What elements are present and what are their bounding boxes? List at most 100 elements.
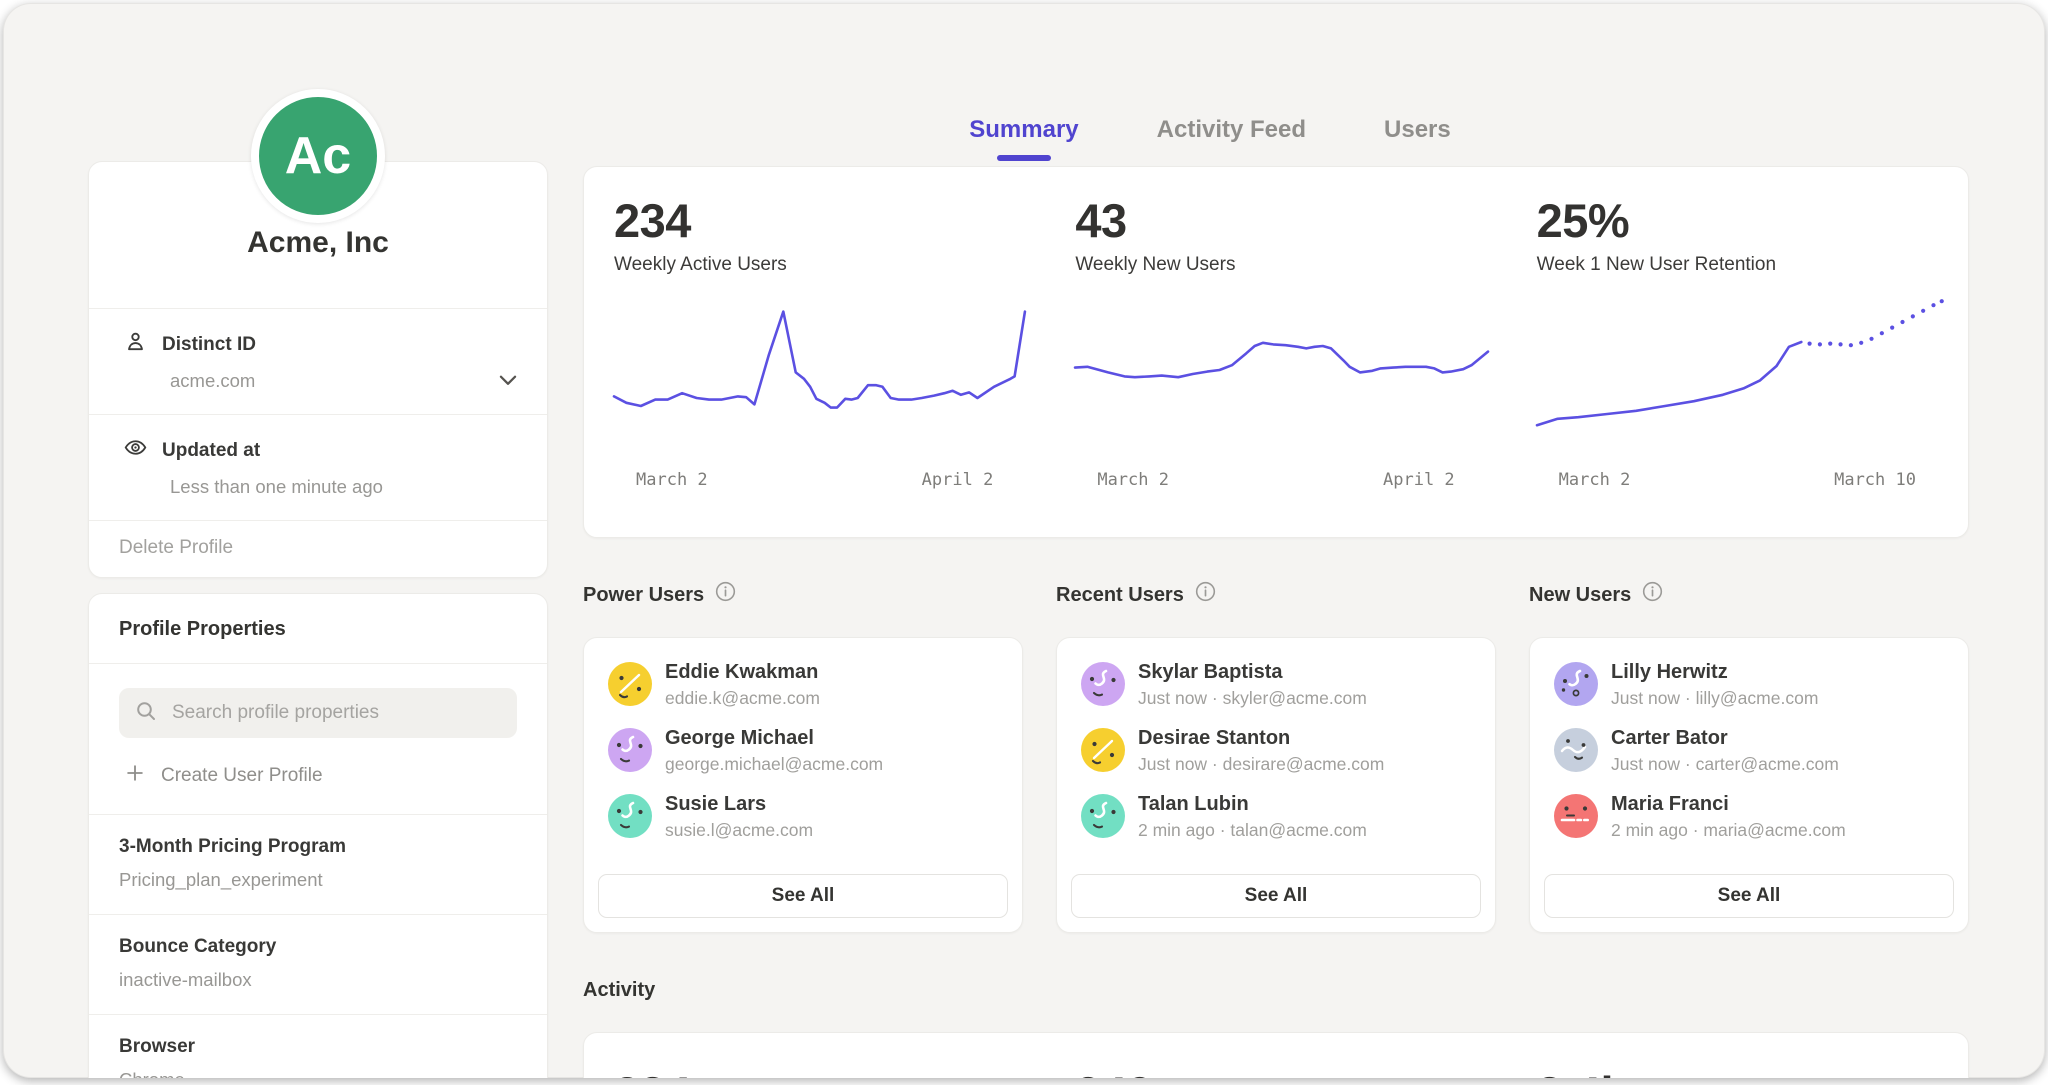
summary-card: 234 Weekly Active Users March 2 April 2 …	[583, 166, 1969, 538]
activity-card: 234 940 3.4k	[583, 1032, 1969, 1078]
see-all-button[interactable]: See All	[1071, 874, 1481, 918]
see-all-button[interactable]: See All	[598, 874, 1008, 918]
property-name: 3-Month Pricing Program	[119, 835, 517, 859]
eye-icon	[123, 435, 148, 466]
user-section: Recent Users Skylar B	[1056, 581, 1496, 933]
info-icon[interactable]	[715, 581, 736, 609]
user-list-card: Lilly Herwitz Just now · lilly@acme.com …	[1529, 637, 1969, 933]
user-row[interactable]: Desirae Stanton Just now · desirare@acme…	[1071, 724, 1481, 776]
sparkline-chart	[1537, 294, 1950, 454]
x-axis-start-label: March 2	[1559, 470, 1631, 490]
field-label: Updated at	[162, 440, 260, 462]
user-meta: george.michael@acme.com	[665, 754, 883, 775]
user-name: Maria Franci	[1611, 792, 1846, 816]
user-meta: Just now · carter@acme.com	[1611, 754, 1839, 775]
create-user-profile-label: Create User Profile	[161, 765, 323, 787]
search-icon	[134, 699, 158, 728]
profile-properties-title: Profile Properties	[89, 594, 547, 663]
user-meta: eddie.k@acme.com	[665, 688, 820, 709]
user-row[interactable]: Lilly Herwitz Just now · lilly@acme.com	[1544, 658, 1954, 710]
x-axis-labels: March 2 April 2	[614, 470, 1027, 490]
user-meta: Just now · lilly@acme.com	[1611, 688, 1818, 709]
x-axis-start-label: March 2	[1097, 470, 1169, 490]
user-list-card: Skylar Baptista Just now · skyler@acme.c…	[1056, 637, 1496, 933]
tab-bar: Summary Activity Feed Users	[583, 115, 1837, 161]
user-name: Lilly Herwitz	[1611, 660, 1818, 684]
user-list: Skylar Baptista Just now · skyler@acme.c…	[1071, 658, 1481, 856]
property-item[interactable]: Bounce Category inactive-mailbox	[89, 914, 547, 1014]
user-section-title: Recent Users	[1056, 582, 1184, 608]
user-list: Lilly Herwitz Just now · lilly@acme.com …	[1544, 658, 1954, 856]
stat-value: 234	[614, 195, 1027, 247]
user-row[interactable]: George Michael george.michael@acme.com	[598, 724, 1008, 776]
activity-stat-value: 234	[614, 1066, 1027, 1078]
search-profile-properties[interactable]	[119, 688, 517, 738]
activity-stat-value: 3.4k	[1537, 1066, 1950, 1078]
user-row[interactable]: Eddie Kwakman eddie.k@acme.com	[598, 658, 1008, 710]
field-value: acme.com	[170, 370, 519, 392]
stat-label: Week 1 New User Retention	[1537, 254, 1950, 276]
user-row[interactable]: Susie Lars susie.l@acme.com	[598, 790, 1008, 842]
tab[interactable]: Summary	[969, 115, 1078, 161]
x-axis-labels: March 2 April 2	[1075, 470, 1488, 490]
property-item[interactable]: 3-Month Pricing Program Pricing_plan_exp…	[89, 814, 547, 914]
activity-stat-value: 940	[1075, 1066, 1488, 1078]
app-window: Ac Acme, Inc Distinct ID acme.com	[3, 3, 2045, 1078]
property-value: inactive-mailbox	[119, 968, 517, 992]
tab[interactable]: Users	[1384, 115, 1451, 161]
plus-icon	[124, 762, 146, 790]
summary-stat-column: 25% Week 1 New User Retention March 2 Ma…	[1507, 167, 1968, 537]
activity-stat-column: 234	[584, 1033, 1045, 1078]
user-name: Eddie Kwakman	[665, 660, 820, 684]
delete-profile-button[interactable]: Delete Profile	[89, 520, 547, 577]
stat-label: Weekly Active Users	[614, 254, 1027, 276]
summary-stat-column: 234 Weekly Active Users March 2 April 2	[584, 167, 1045, 537]
user-list-card: Eddie Kwakman eddie.k@acme.com George Mi…	[583, 637, 1023, 933]
sparkline-chart	[614, 294, 1027, 454]
chevron-down-icon[interactable]	[495, 367, 521, 393]
search-input[interactable]	[170, 701, 502, 725]
stat-label: Weekly New Users	[1075, 254, 1488, 276]
user-name: Skylar Baptista	[1138, 660, 1367, 684]
user-meta: Just now · desirare@acme.com	[1138, 754, 1384, 775]
property-item[interactable]: Browser Chrome	[89, 1014, 547, 1078]
field-value: Less than one minute ago	[170, 476, 519, 498]
x-axis-end-label: April 2	[922, 470, 994, 490]
user-avatar	[608, 728, 652, 772]
profile-field-row: Distinct ID acme.com	[89, 308, 547, 414]
user-row[interactable]: Maria Franci 2 min ago · maria@acme.com	[1544, 790, 1954, 842]
user-avatar	[608, 662, 652, 706]
user-row[interactable]: Talan Lubin 2 min ago · talan@acme.com	[1071, 790, 1481, 842]
profile-properties-card: Profile Properties Create User Profile	[88, 593, 548, 1078]
tab[interactable]: Activity Feed	[1157, 115, 1306, 161]
user-row[interactable]: Skylar Baptista Just now · skyler@acme.c…	[1071, 658, 1481, 710]
x-axis-end-label: March 10	[1834, 470, 1916, 490]
user-row[interactable]: Carter Bator Just now · carter@acme.com	[1544, 724, 1954, 776]
user-avatar	[1081, 794, 1125, 838]
sparkline-chart	[1075, 294, 1488, 454]
see-all-button[interactable]: See All	[1544, 874, 1954, 918]
user-section-title: Power Users	[583, 582, 704, 608]
company-avatar: Ac	[251, 89, 385, 223]
activity-title: Activity	[583, 979, 655, 1002]
stat-value: 43	[1075, 195, 1488, 247]
create-user-profile-button[interactable]: Create User Profile	[119, 762, 517, 790]
person-icon	[123, 329, 148, 360]
user-avatar	[1081, 662, 1125, 706]
user-avatar	[1554, 728, 1598, 772]
user-meta: 2 min ago · maria@acme.com	[1611, 820, 1846, 841]
info-icon[interactable]	[1642, 581, 1663, 609]
user-avatar	[608, 794, 652, 838]
summary-stat-column: 43 Weekly New Users March 2 April 2	[1045, 167, 1506, 537]
x-axis-end-label: April 2	[1383, 470, 1455, 490]
property-list: 3-Month Pricing Program Pricing_plan_exp…	[89, 814, 547, 1078]
user-meta: susie.l@acme.com	[665, 820, 813, 841]
user-avatar	[1081, 728, 1125, 772]
user-list: Eddie Kwakman eddie.k@acme.com George Mi…	[598, 658, 1008, 856]
user-section: Power Users Eddie Kwa	[583, 581, 1023, 933]
user-name: Desirae Stanton	[1138, 726, 1384, 750]
user-section-title: New Users	[1529, 582, 1631, 608]
info-icon[interactable]	[1195, 581, 1216, 609]
x-axis-start-label: March 2	[636, 470, 708, 490]
field-label: Distinct ID	[162, 334, 256, 356]
